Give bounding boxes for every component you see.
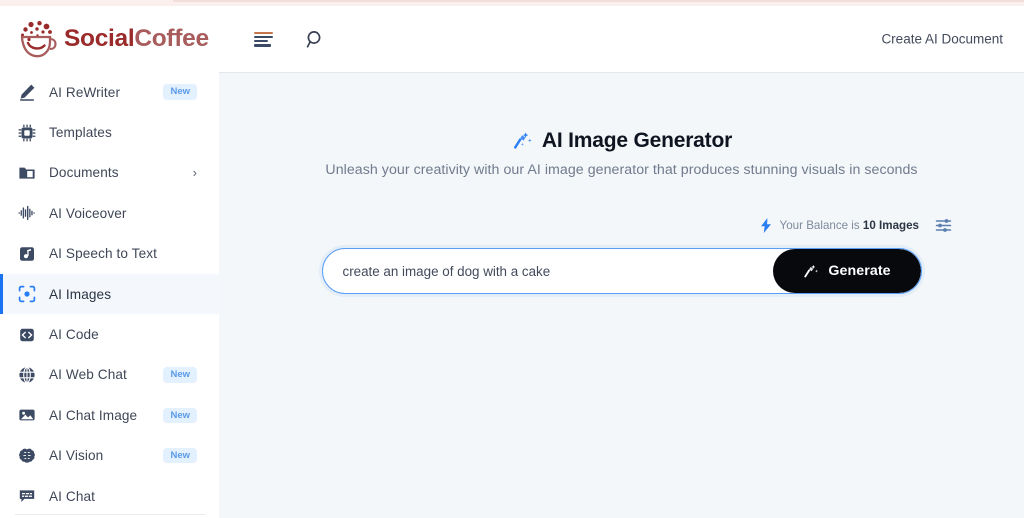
app-root: SocialCoffee Create AI Document AI ReWri… [0, 0, 1024, 518]
globe-icon [18, 366, 36, 384]
sidebar-item-label: AI Images [49, 286, 112, 302]
sidebar-item-label: AI Web Chat [49, 367, 127, 383]
hamburger-menu-icon[interactable] [252, 27, 276, 51]
sidebar-item-label: AI Voiceover [49, 205, 127, 221]
prompt-area: Generate [321, 248, 922, 294]
create-ai-document-button[interactable]: Create AI Document [881, 32, 1003, 47]
sidebar-item-ai-voiceover[interactable]: AI Voiceover [0, 193, 219, 233]
chevron-right-icon: › [192, 165, 197, 181]
balance-prefix: Your Balance is [779, 219, 860, 232]
page-title-row: AI Image Generator [219, 129, 1024, 153]
sidebar-item-ai-speech-to-text[interactable]: AI Speech to Text [0, 234, 219, 274]
brand-name-part1: Social [64, 25, 135, 52]
sidebar-item-label: AI Chat [49, 488, 96, 504]
brand-name: SocialCoffee [64, 25, 209, 53]
coffee-cup-bubbles-logo [17, 20, 57, 58]
sidebar-item-ai-images[interactable]: AI Images [0, 273, 219, 315]
sidebar-item-ai-code[interactable]: AI Code [0, 314, 219, 354]
brain-icon [18, 447, 36, 465]
magic-wand-icon [511, 130, 533, 152]
prompt-box: Generate [321, 248, 922, 294]
prompt-input[interactable] [322, 249, 773, 293]
sidebar-item-ai-rewriter[interactable]: AI ReWriter New [0, 72, 219, 112]
folder-icon [18, 164, 36, 182]
balance-amount: 10 Images [862, 219, 919, 232]
sidebar-item-label: AI Chat Image [49, 407, 138, 423]
lightning-bolt-icon [760, 218, 772, 233]
badge-new: New [163, 447, 197, 464]
badge-new: New [163, 367, 197, 383]
balance-row: Your Balance is 10 Images [219, 217, 952, 234]
generate-button-label: Generate [828, 263, 891, 279]
code-brackets-icon [18, 326, 36, 344]
top-bar: SocialCoffee Create AI Document [0, 6, 1024, 72]
sidebar-item-ai-chat[interactable]: AI Chat [0, 476, 219, 516]
page-subtitle: Unleash your creativity with our AI imag… [325, 162, 918, 178]
page-title: AI Image Generator [541, 129, 733, 152]
music-note-icon [18, 245, 36, 263]
badge-new: New [163, 407, 197, 424]
camera-scan-icon [18, 285, 36, 303]
sidebar-item-label: Documents [49, 165, 119, 181]
image-icon [18, 406, 36, 424]
sliders-settings-icon[interactable] [935, 217, 952, 234]
ai-chip-icon [18, 124, 36, 142]
main-content: AI Image Generator Unleash your creativi… [219, 72, 1024, 518]
search-icon[interactable] [304, 27, 328, 51]
badge-new: New [163, 84, 197, 100]
sidebar-item-label: AI ReWriter [49, 84, 121, 100]
generate-button[interactable]: Generate [772, 249, 921, 293]
brand-logo[interactable]: SocialCoffee [17, 20, 209, 58]
sidebar-item-ai-chat-image[interactable]: AI Chat Image New [0, 395, 219, 435]
sidebar-divider [15, 514, 205, 515]
magic-wand-icon [802, 263, 819, 280]
sidebar-item-ai-web-chat[interactable]: AI Web Chat New [0, 355, 219, 395]
sidebar-item-ai-vision[interactable]: AI Vision New [0, 436, 219, 476]
sidebar-item-label: Templates [49, 125, 112, 141]
brand-name-part2: Coffee [134, 25, 209, 52]
waveform-icon [18, 204, 36, 222]
topbar-icon-group [252, 27, 328, 51]
sidebar-item-templates[interactable]: Templates [0, 112, 219, 152]
sidebar-item-documents[interactable]: Documents › [0, 153, 219, 193]
sidebar: AI ReWriter New Templates Documents › AI… [0, 72, 219, 518]
sidebar-item-label: AI Speech to Text [49, 246, 157, 262]
sidebar-item-label: AI Code [49, 327, 99, 343]
sidebar-item-label: AI Vision [49, 448, 104, 464]
chat-bubble-icon [18, 487, 36, 505]
balance-text: Your Balance is 10 Images [780, 219, 919, 232]
pencil-icon [18, 83, 36, 101]
